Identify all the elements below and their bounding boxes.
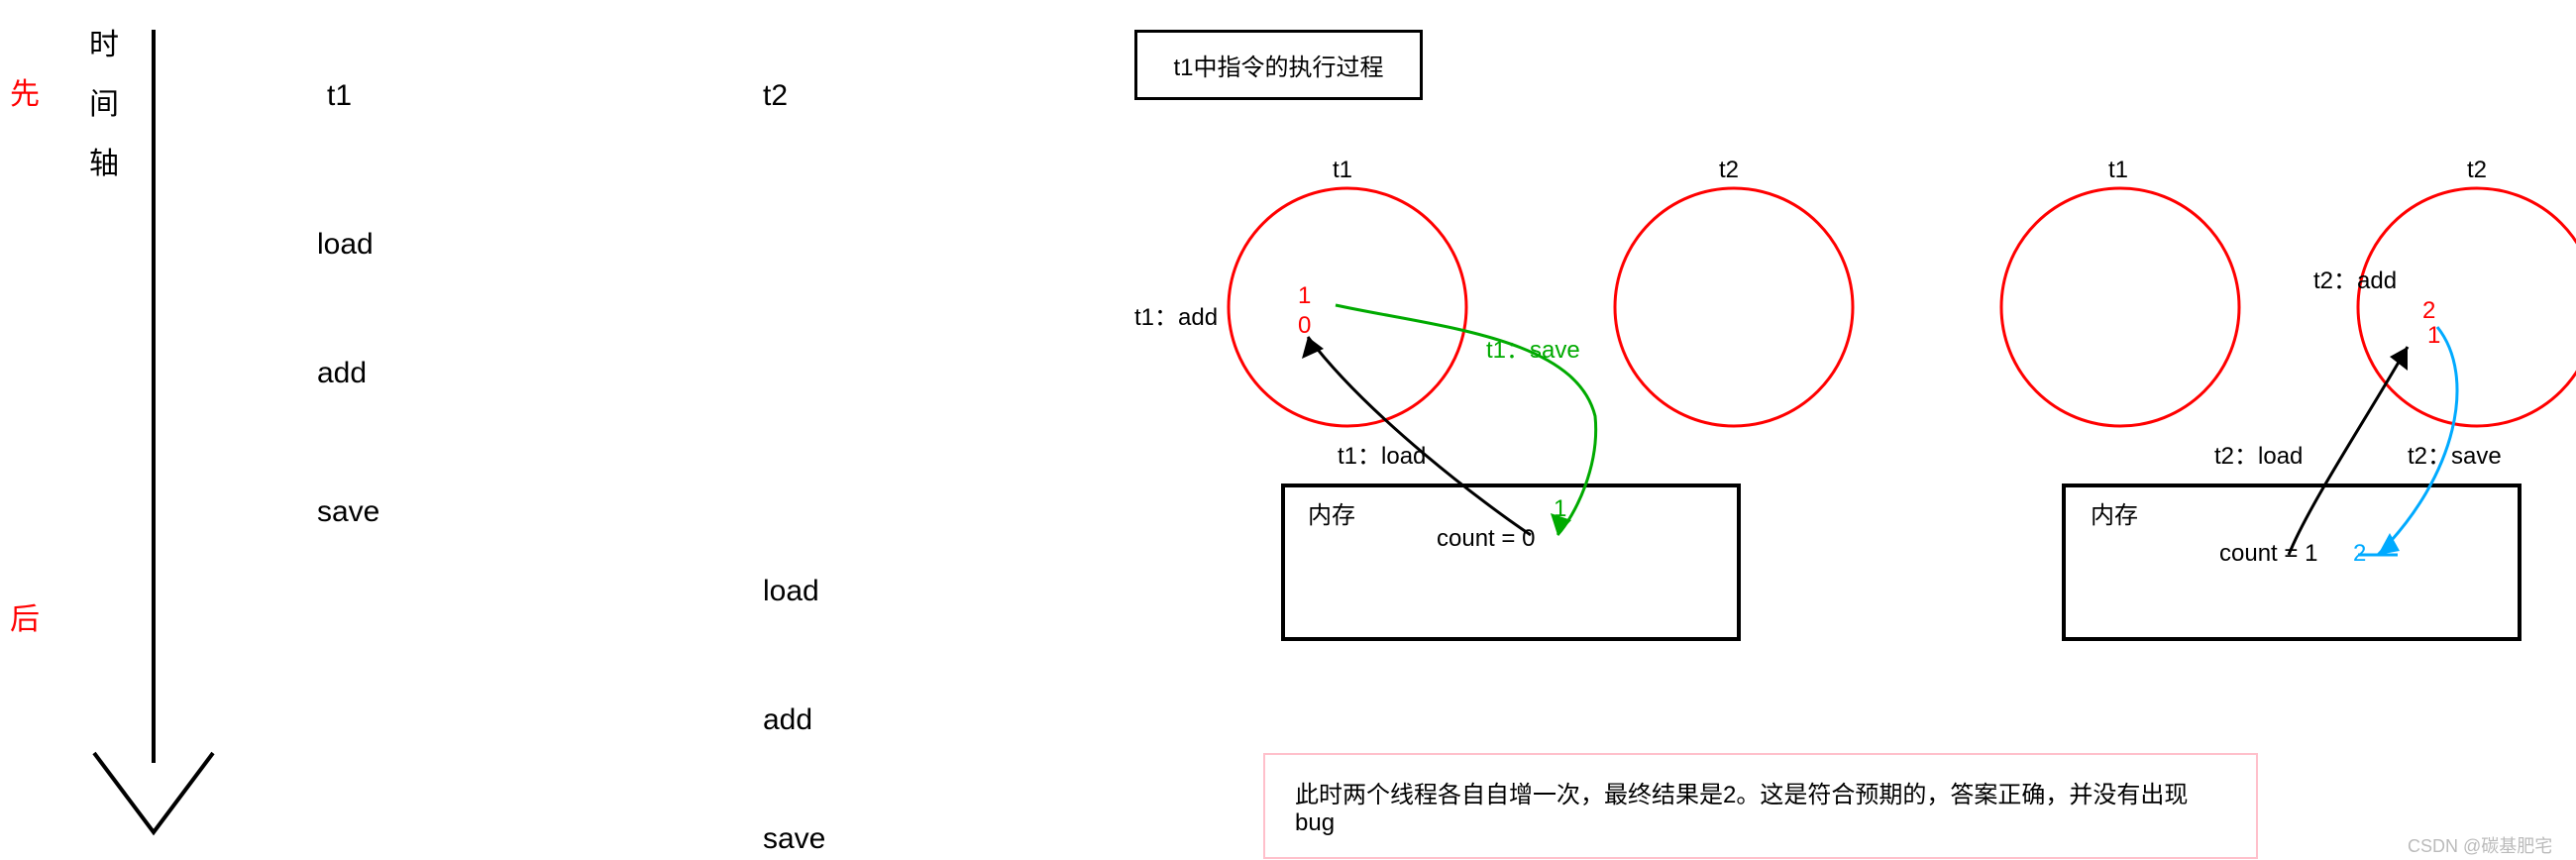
summary-box: 此时两个线程各自自增一次，最终结果是2。这是符合预期的，答案正确，并没有出现 b…: [1263, 753, 2258, 859]
group2-t2-label: t2: [2467, 157, 2487, 184]
group2-red-1: 1: [2427, 322, 2440, 350]
group2-red-2: 2: [2422, 297, 2435, 325]
group2-svg: [0, 0, 2576, 860]
group2-t2-save-label: t2：save: [2408, 436, 2502, 471]
group2-memory-label: 内存: [2091, 495, 2138, 530]
summary-text: 此时两个线程各自自增一次，最终结果是2。这是符合预期的，答案正确，并没有出现 b…: [1295, 782, 2188, 836]
group2-count-label: count = 1: [2219, 540, 2317, 568]
group2-t2-load-label: t2：load: [2214, 436, 2303, 471]
group2-t1-label: t1: [2108, 157, 2128, 184]
group2-blue-2: 2: [2353, 540, 2366, 568]
watermark-text: CSDN @碳基肥宅: [2408, 832, 2552, 858]
group2-t2-add-label: t2：add: [2313, 261, 2397, 295]
